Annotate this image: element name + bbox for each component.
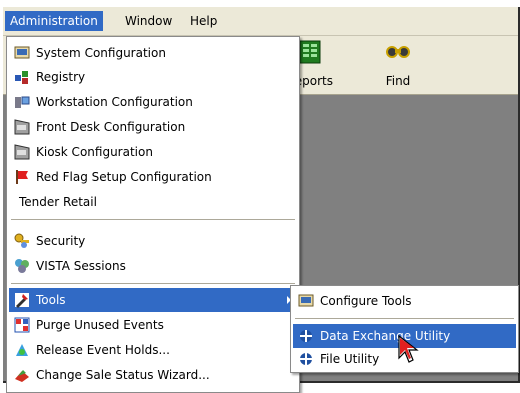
menu-item-release-event-holds[interactable]: Release Event Holds... (9, 338, 297, 362)
find-button[interactable]: Find (363, 36, 433, 92)
workstation-icon (15, 96, 30, 108)
menu-item-tools[interactable]: Tools (9, 288, 297, 312)
menu-item-purge-unused-events[interactable]: Purge Unused Events (9, 313, 297, 337)
menu-item-red-flag-setup[interactable]: Red Flag Setup Configuration (9, 165, 297, 189)
sessions-icon (15, 259, 29, 273)
menu-administration[interactable]: Administration (5, 11, 103, 31)
menu-item-security[interactable]: Security (9, 229, 297, 253)
tools-icon (15, 293, 29, 308)
red-flag-icon (16, 170, 28, 184)
menu-item-workstation-configuration[interactable]: Workstation Configuration (9, 90, 297, 114)
purge-icon (14, 317, 30, 333)
menu-item-front-desk-configuration[interactable]: Front Desk Configuration (9, 115, 297, 139)
binoculars-icon (386, 46, 410, 58)
mouse-cursor-icon (398, 334, 419, 363)
submenu-item-configure-tools[interactable]: Configure Tools (293, 289, 516, 313)
release-holds-icon (16, 344, 28, 356)
system-config-icon (14, 46, 30, 59)
menu-item-change-sale-status-wizard[interactable]: Change Sale Status Wizard... (9, 363, 297, 387)
menu-bar: Administration Window Help (3, 7, 518, 36)
kiosk-icon (14, 144, 30, 160)
registry-icon (15, 71, 28, 84)
menu-item-vista-sessions[interactable]: VISTA Sessions (9, 254, 297, 278)
menu-help[interactable]: Help (185, 11, 222, 31)
configure-tools-icon (298, 294, 314, 307)
security-keys-icon (14, 233, 29, 248)
menu-item-registry[interactable]: Registry (9, 65, 297, 89)
administration-dropdown: System Configuration Registry Workstatio… (6, 36, 300, 393)
find-label: Find (385, 74, 411, 88)
submenu-separator (295, 318, 514, 319)
menu-separator (11, 283, 295, 284)
front-desk-icon (14, 119, 30, 135)
menu-item-system-configuration[interactable]: System Configuration (9, 41, 297, 65)
file-utility-icon (300, 353, 312, 365)
wizard-icon (15, 370, 29, 382)
menu-separator (11, 219, 295, 220)
data-exchange-icon (300, 330, 312, 342)
menu-window[interactable]: Window (120, 11, 177, 31)
menu-item-kiosk-configuration[interactable]: Kiosk Configuration (9, 140, 297, 164)
menu-item-tender-retail[interactable]: Tender Retail (9, 190, 297, 214)
reports-icon (299, 40, 321, 64)
